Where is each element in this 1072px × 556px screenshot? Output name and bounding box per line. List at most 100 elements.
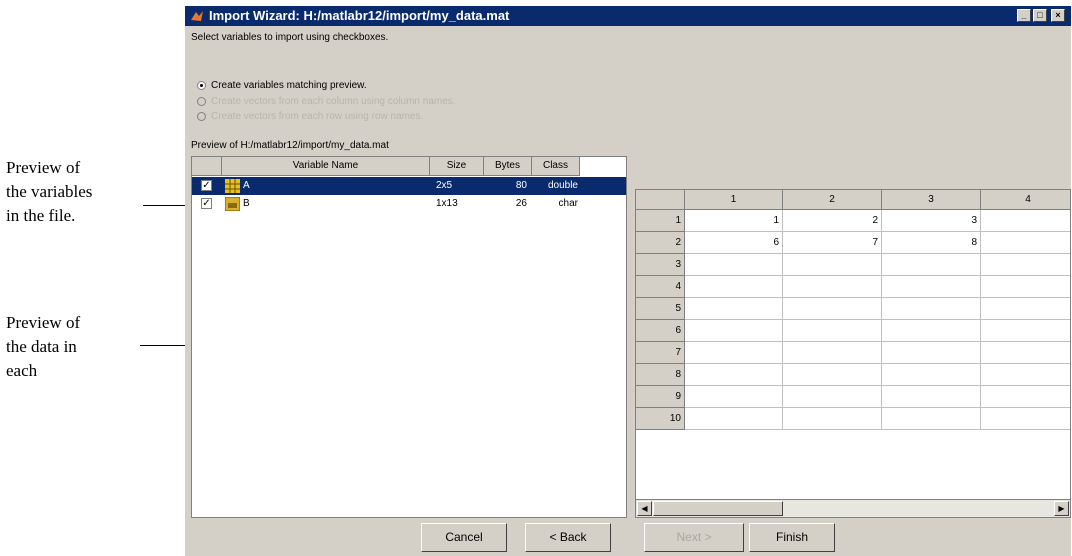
grid-row-number: 8 (636, 364, 685, 386)
preview-label: Preview of H:/matlabr12/import/my_data.m… (191, 140, 389, 151)
callout-pointer-variables (143, 205, 185, 206)
grid-cell[interactable] (685, 386, 783, 408)
variable-checkbox[interactable]: ✓ (201, 198, 212, 209)
grid-row-number: 4 (636, 276, 685, 298)
grid-cell[interactable] (783, 298, 882, 320)
scroll-left-icon[interactable]: ◀ (637, 501, 652, 516)
grid-cell[interactable] (981, 320, 1070, 342)
grid-cell[interactable] (882, 276, 981, 298)
callout-variables: Preview of the variables in the file. (6, 156, 92, 228)
grid-cell[interactable] (981, 408, 1070, 430)
grid-cell[interactable] (685, 342, 783, 364)
variable-size: 2x5 (436, 180, 453, 191)
import-wizard-window: Import Wizard: H:/matlabr12/import/my_da… (185, 6, 1071, 556)
title-bar: Import Wizard: H:/matlabr12/import/my_da… (185, 6, 1071, 26)
grid-cell[interactable] (783, 364, 882, 386)
scrollbar-thumb[interactable] (653, 501, 783, 516)
grid-column-header: 1 (685, 190, 783, 210)
grid-cell[interactable] (981, 276, 1070, 298)
grid-cell[interactable] (783, 276, 882, 298)
grid-cell[interactable]: 1 (685, 210, 783, 232)
grid-cell[interactable] (783, 342, 882, 364)
grid-cell[interactable]: 2 (783, 210, 882, 232)
finish-button[interactable]: Finish (749, 523, 835, 552)
grid-cell[interactable] (882, 320, 981, 342)
grid-row-number: 7 (636, 342, 685, 364)
grid-column-header: 3 (882, 190, 981, 210)
grid-row-number: 10 (636, 408, 685, 430)
maximize-icon[interactable]: □ (1033, 9, 1047, 22)
horizontal-scrollbar[interactable]: ◀ ▶ (636, 499, 1070, 517)
callout-line: in the file. (6, 206, 76, 225)
column-header-bytes[interactable]: Bytes (484, 157, 532, 176)
radio-icon (197, 97, 206, 106)
grid-cell[interactable] (882, 254, 981, 276)
grid-row-number: 2 (636, 232, 685, 254)
grid-cell[interactable] (685, 408, 783, 430)
grid-cell[interactable] (882, 408, 981, 430)
radio-label: Create vectors from each column using co… (211, 96, 456, 107)
variable-bytes: 26 (515, 198, 527, 209)
radio-vectors-columns: Create vectors from each column using co… (197, 96, 456, 107)
variable-row-b[interactable]: ✓ B 1x13 26 char (192, 195, 626, 213)
variable-size: 1x13 (436, 198, 458, 209)
grid-cell[interactable]: 7 (783, 232, 882, 254)
variable-class: char (558, 198, 578, 209)
grid-corner (636, 190, 685, 210)
window-title: Import Wizard: H:/matlabr12/import/my_da… (209, 8, 510, 23)
variable-name: B (243, 198, 250, 209)
grid-row-number: 1 (636, 210, 685, 232)
variable-name: A (243, 180, 250, 191)
grid-cell[interactable]: 6 (685, 232, 783, 254)
cancel-button[interactable]: Cancel (421, 523, 507, 552)
char-icon (225, 197, 240, 211)
grid-cell[interactable] (882, 298, 981, 320)
grid-cell[interactable] (882, 342, 981, 364)
grid-cell[interactable] (685, 298, 783, 320)
grid-row-number: 3 (636, 254, 685, 276)
radio-checked-icon[interactable] (197, 81, 206, 90)
callout-data: Preview of the data in each (6, 311, 80, 383)
column-header-size[interactable]: Size (430, 157, 484, 176)
grid-cell[interactable] (783, 254, 882, 276)
grid-cell[interactable] (685, 254, 783, 276)
callout-line: the variables (6, 182, 93, 201)
callout-line: Preview of (6, 158, 81, 177)
column-header-name[interactable]: Variable Name (222, 157, 430, 176)
grid-cell[interactable]: 8 (882, 232, 981, 254)
close-icon[interactable]: × (1051, 9, 1065, 22)
radio-icon (197, 112, 206, 121)
grid-cell[interactable] (783, 408, 882, 430)
grid-cell[interactable] (685, 364, 783, 386)
grid-cell[interactable] (685, 320, 783, 342)
minimize-icon[interactable]: _ (1017, 9, 1031, 22)
grid-cell[interactable] (981, 364, 1070, 386)
grid-cell[interactable] (981, 386, 1070, 408)
callout-line: each (6, 361, 38, 380)
grid-cell[interactable] (981, 298, 1070, 320)
data-preview-grid[interactable]: 1 2 3 4 1 2 3 4 5 6 7 8 9 10 123678 ◀ ▶ (635, 189, 1071, 518)
variable-row-a[interactable]: ✓ A 2x5 80 double (192, 177, 626, 195)
radio-create-variables[interactable]: Create variables matching preview. (197, 80, 367, 91)
grid-cell[interactable] (981, 342, 1070, 364)
grid-cell[interactable] (981, 210, 1070, 232)
column-header-class[interactable]: Class (532, 157, 580, 176)
matrix-icon (225, 179, 240, 193)
radio-label: Create variables matching preview. (211, 80, 367, 91)
grid-cell[interactable] (882, 364, 981, 386)
grid-cell[interactable] (685, 276, 783, 298)
variable-checkbox[interactable]: ✓ (201, 180, 212, 191)
back-button[interactable]: < Back (525, 523, 611, 552)
grid-cell[interactable]: 3 (882, 210, 981, 232)
next-button: Next > (644, 523, 744, 552)
scroll-right-icon[interactable]: ▶ (1054, 501, 1069, 516)
grid-cell[interactable] (981, 232, 1070, 254)
variables-list[interactable]: Variable Name Size Bytes Class ✓ A 2x5 8… (191, 156, 627, 518)
grid-cell[interactable] (783, 320, 882, 342)
grid-cell[interactable] (882, 386, 981, 408)
grid-cell[interactable] (783, 386, 882, 408)
radio-vectors-rows: Create vectors from each row using row n… (197, 111, 423, 122)
matlab-logo-icon (191, 11, 203, 21)
grid-cell[interactable] (981, 254, 1070, 276)
instructions-text: Select variables to import using checkbo… (191, 32, 389, 43)
